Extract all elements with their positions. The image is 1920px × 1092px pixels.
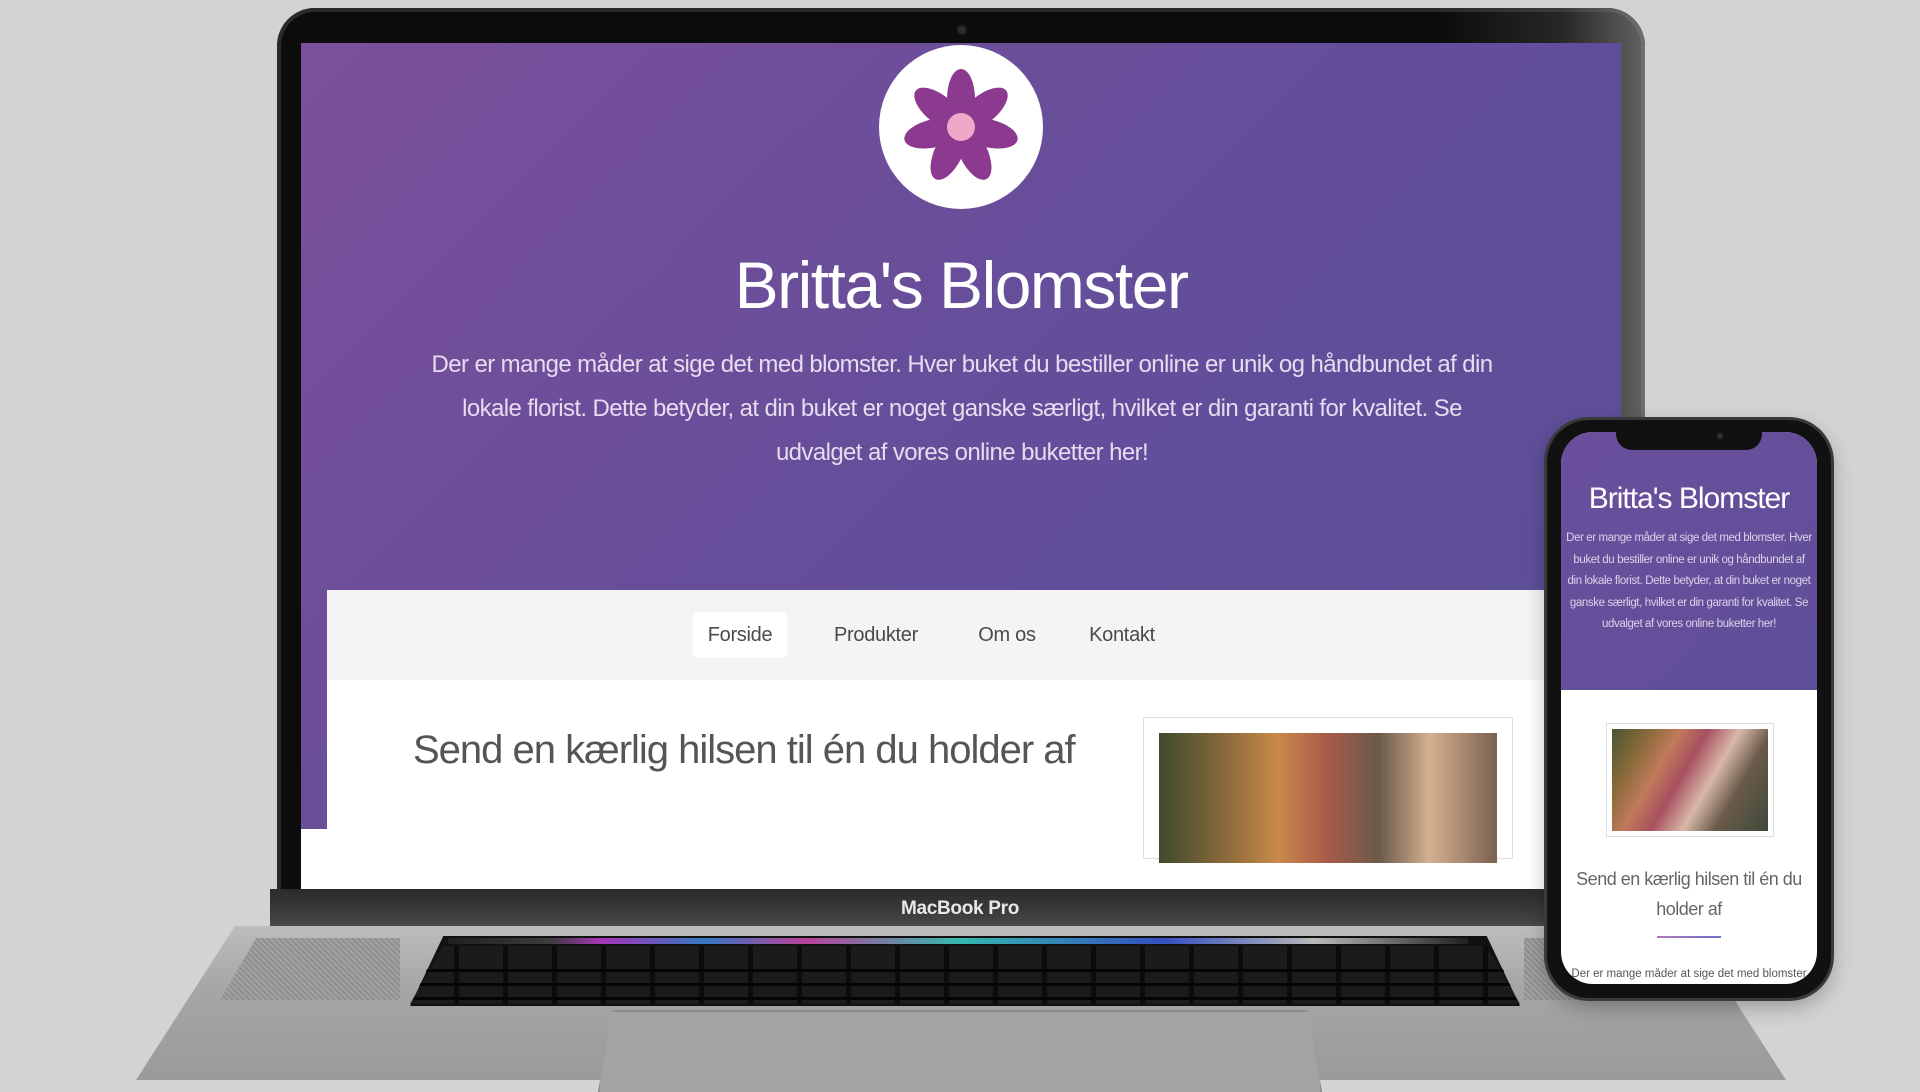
content-card: Forside Produkter Om os Kontakt Send en … [327,590,1621,863]
florist-image-frame [1143,717,1513,863]
nav-item-forside[interactable]: Forside [693,612,787,658]
flower-icon [904,69,1018,180]
main-navigation: Forside Produkter Om os Kontakt [327,590,1621,680]
phone-florist-image-frame [1606,723,1774,837]
nav-item-kontakt[interactable]: Kontakt [1077,612,1167,658]
camera-icon [958,26,966,34]
nav-item-produkter[interactable]: Produkter [821,612,931,658]
phone-camera-icon [1717,433,1723,439]
phone-notch [1616,428,1762,450]
phone-hero-description: Der er mange måder at sige det med bloms… [1566,532,1812,630]
site-title: Britta's Blomster [734,248,1189,322]
keyboard-row-gaps [410,958,1520,1006]
content-heading: Send en kærlig hilsen til én du holder a… [413,728,1076,772]
touch-bar [448,938,1468,944]
laptop-screen: Britta's Blomster Der er mange måder at … [301,43,1621,889]
phone-content-heading: Send en kærlig hilsen til én du holder a… [1576,869,1802,919]
phone-florist-image [1612,729,1768,831]
nav-item-om-os[interactable]: Om os [965,612,1049,658]
phone-heading-divider [1657,936,1721,938]
phone-hero-section: Britta's Blomster Der er mange måder at … [1561,432,1817,690]
florist-image [1159,733,1497,863]
hero-description: Der er mange måder at sige det med bloms… [431,351,1494,466]
phone-bottom-text: Der er mange måder at sige det med bloms… [1571,968,1807,980]
site-logo[interactable] [879,45,1043,209]
phone-site-title: Britta's Blomster [1588,482,1790,515]
phone-screen: Britta's Blomster Der er mange måder at … [1561,432,1817,984]
